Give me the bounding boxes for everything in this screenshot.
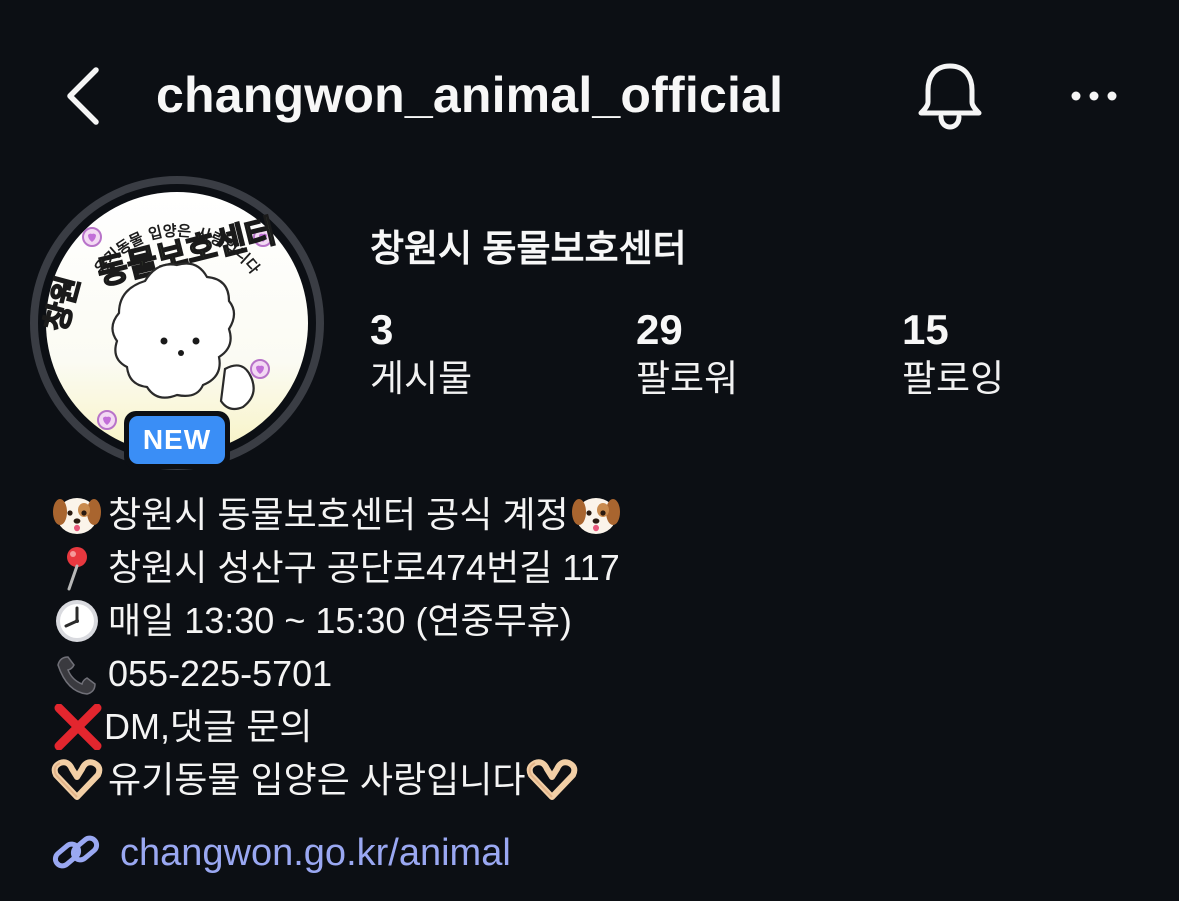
link-text[interactable]: changwon.go.kr/animal	[120, 832, 511, 875]
following-label: 팔로잉	[902, 358, 1005, 399]
bio-text: 창원시 동물보호센터 공식 계정	[108, 494, 569, 535]
clock-icon	[50, 598, 104, 644]
bio-line: 매일 13:30 ~ 15:30 (연중무휴)	[50, 594, 1150, 647]
bio-line: 유기동물 입양은 사랑입니다	[50, 753, 1150, 806]
stat-following[interactable]: 15 팔로잉	[902, 304, 1004, 402]
pin-icon	[50, 545, 104, 591]
bio-text: 유기동물 입양은 사랑입니다	[108, 759, 526, 800]
more-horizontal-icon	[1071, 91, 1117, 101]
new-badge-label: NEW	[129, 416, 225, 464]
bio-text: 창원시 성산구 공단로474번길 117	[108, 547, 620, 588]
heart-hands-icon	[50, 757, 104, 803]
more-options-button[interactable]	[1064, 76, 1128, 116]
bio-line: 창원시 성산구 공단로474번길 117	[50, 541, 1150, 594]
dog-face-icon	[50, 492, 104, 538]
posts-count: 3	[370, 306, 394, 353]
phone-icon	[50, 651, 104, 697]
following-count: 15	[902, 306, 949, 353]
profile-bio: 창원시 동물보호센터 공식 계정 창원시 성산구 공단로474번길 117 매일…	[50, 488, 1150, 806]
dog-face-icon	[569, 492, 623, 538]
posts-label: 게시물	[370, 358, 473, 399]
bio-line: 055-225-5701	[50, 647, 1150, 700]
bell-icon	[918, 63, 982, 130]
stat-posts[interactable]: 3 게시물	[370, 304, 472, 402]
bio-line: DM,댓글 문의	[50, 700, 1150, 753]
profile-header: changwon_animal_official	[0, 0, 1179, 190]
followers-count: 29	[636, 306, 683, 353]
profile-username: changwon_animal_official	[156, 67, 784, 123]
heart-hands-icon	[525, 757, 579, 803]
bio-line: 창원시 동물보호센터 공식 계정	[50, 488, 1150, 541]
cross-mark-icon	[50, 703, 104, 750]
back-button[interactable]	[56, 62, 116, 130]
link-icon	[52, 835, 100, 869]
bio-text: DM,댓글 문의	[104, 706, 313, 747]
profile-link[interactable]: changwon.go.kr/animal	[50, 826, 511, 880]
bio-text: 055-225-5701	[108, 653, 333, 694]
stat-followers[interactable]: 29 팔로워	[636, 304, 738, 402]
notifications-button[interactable]	[912, 60, 988, 132]
followers-label: 팔로워	[636, 358, 739, 399]
new-story-badge: NEW	[124, 411, 230, 469]
bio-text: 매일 13:30 ~ 15:30 (연중무휴)	[108, 600, 572, 641]
profile-display-name: 창원시 동물보호센터	[370, 228, 687, 269]
chevron-left-icon	[67, 67, 99, 125]
